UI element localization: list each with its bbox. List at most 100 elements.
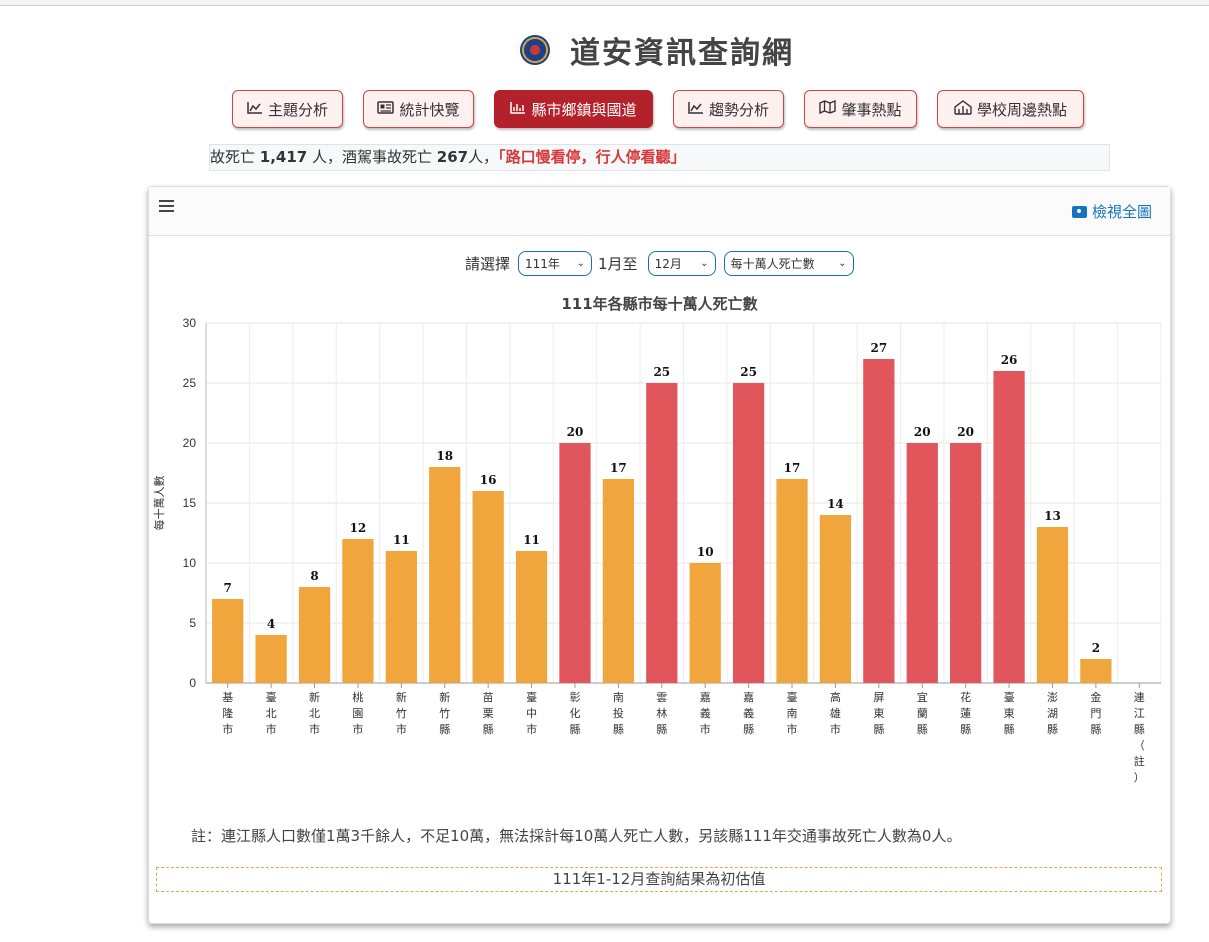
x-tick-label-char: 新 [439, 690, 450, 704]
x-tick-label-char: 園 [352, 707, 363, 720]
data-label: 11 [523, 533, 540, 547]
x-tick-label-char: 縣 [613, 723, 624, 736]
x-tick-label-char: 義 [700, 706, 711, 720]
month-value: 12月 [654, 257, 682, 271]
x-tick-label-char: 市 [787, 722, 798, 736]
bar [993, 371, 1025, 683]
data-label: 10 [697, 545, 714, 559]
month-select[interactable]: 12月 ⌄ [647, 251, 716, 276]
x-tick-label-char: 南 [787, 707, 798, 720]
x-tick-label-char: 縣 [917, 723, 928, 736]
x-tick-label-char: （ [1134, 739, 1145, 752]
x-tick-label-char: 市 [526, 722, 537, 736]
nav-label: 統計快覽 [399, 100, 460, 119]
data-label: 18 [436, 449, 453, 463]
x-tick-label-char: 註 [1134, 755, 1145, 768]
bar [342, 539, 374, 683]
y-axis-title: 每十萬人數 [152, 476, 166, 531]
chevron-down-icon: ⌄ [700, 258, 709, 269]
data-label: 20 [567, 425, 584, 439]
x-tick-label-char: 縣 [439, 723, 450, 736]
fullview-button[interactable]: 檢視全圖 [1071, 201, 1152, 222]
chevron-down-icon: ⌄ [576, 258, 586, 269]
nav-accident-hotspots[interactable]: 肇事熱點 [804, 90, 917, 128]
nav-label: 縣市鄉鎮與國道 [531, 100, 637, 119]
x-tick-label-char: 市 [396, 722, 407, 736]
bar [776, 479, 808, 683]
x-tick-label-char: 嘉 [700, 690, 711, 704]
year-value: 111年 [525, 257, 560, 271]
data-label: 14 [827, 497, 844, 511]
x-tick-label-char: 桃 [352, 690, 363, 704]
bar [515, 551, 548, 683]
bar [559, 443, 591, 683]
metric-select[interactable]: 每十萬人死亡數 ⌄ [723, 251, 854, 276]
x-tick-label-char: 縣 [1090, 723, 1101, 736]
x-tick-label-char: 市 [309, 722, 320, 736]
ticker-slogan: 「路口慢看停，行人停看聽」 [498, 148, 686, 166]
x-tick-label-char: 江 [1134, 707, 1145, 720]
x-tick-label-char: 市 [222, 722, 233, 736]
data-label: 13 [1044, 509, 1061, 523]
ticker-text: 故死亡 [210, 148, 260, 166]
bar [212, 599, 244, 683]
card-header: 檢視全圖 [149, 187, 1170, 236]
data-label: 25 [740, 365, 757, 379]
bar-chart-icon [510, 100, 526, 118]
menu-icon[interactable] [159, 199, 175, 213]
x-tick-label-char: 雲 [656, 691, 667, 704]
x-tick-label-char: 縣 [743, 723, 754, 736]
chart-footnote: 註：連江縣人口數僅1萬3千餘人，不足10萬，無法採計每10萬人死亡人數，另該縣1… [191, 827, 962, 845]
nav-label: 學校周邊熱點 [976, 100, 1067, 119]
data-label: 2 [1092, 641, 1100, 655]
year-select[interactable]: 111年 ⌄ [518, 251, 593, 276]
nav-school-hotspots[interactable]: 學校周邊熱點 [937, 90, 1084, 128]
bar [732, 383, 765, 683]
metric-value: 每十萬人死亡數 [730, 257, 815, 271]
bar [472, 491, 504, 683]
bar [602, 479, 635, 683]
x-tick-label-char: 中 [526, 707, 537, 720]
x-tick-label-char: 金 [1090, 690, 1101, 704]
x-tick-label-char: 縣 [960, 723, 971, 736]
data-label: 8 [310, 569, 318, 583]
data-label: 17 [610, 461, 627, 475]
x-tick-label-char: ） [1134, 771, 1145, 784]
site-title: 道安資訊查詢網 [570, 36, 794, 71]
bar [255, 635, 287, 683]
bar [429, 467, 461, 683]
bar [950, 443, 982, 683]
y-tick-label: 15 [183, 496, 197, 510]
chart-title: 111年各縣市每十萬人死亡數 [561, 295, 758, 313]
x-tick-label-char: 臺 [266, 690, 277, 704]
police-emblem-logo [520, 35, 550, 65]
x-tick-label-char: 宜 [917, 690, 928, 704]
x-tick-label-char: 高 [830, 690, 841, 704]
filter-prompt: 請選擇 [465, 255, 511, 273]
nav-topic-analysis[interactable]: 主題分析 [232, 90, 343, 128]
x-tick-label-char: 嘉 [743, 690, 754, 704]
data-label: 4 [267, 617, 275, 631]
y-tick-label: 0 [189, 676, 196, 690]
x-tick-label-char: 北 [266, 707, 277, 720]
news-ticker: 故死亡 1,417 人，酒駕事故死亡 267人，「路口慢看停，行人停看聽」 [209, 144, 1110, 171]
x-tick-label-char: 臺 [787, 690, 798, 704]
x-tick-label-char: 林 [656, 706, 667, 720]
nav-stats-overview[interactable]: 統計快覽 [363, 90, 474, 128]
y-tick-label: 10 [183, 556, 197, 570]
nav-trend-analysis[interactable]: 趨勢分析 [673, 90, 784, 128]
y-tick-label: 25 [183, 376, 197, 390]
x-tick-label-char: 雄 [830, 706, 841, 720]
x-tick-label-char: 縣 [1047, 723, 1058, 736]
nav-county-highway[interactable]: 縣市鄉鎮與國道 [494, 90, 653, 128]
x-tick-label-char: 栗 [483, 707, 494, 720]
x-tick-label-char: 南 [613, 691, 624, 704]
ticker-text: 人，酒駕事故死亡 [307, 148, 437, 166]
y-tick-label: 5 [189, 616, 196, 630]
data-label: 26 [1001, 353, 1018, 367]
x-tick-label-char: 北 [309, 707, 320, 720]
bar [1036, 527, 1069, 683]
bar [385, 551, 417, 683]
x-tick-label-char: 臺 [526, 690, 537, 704]
data-label: 25 [653, 365, 670, 379]
